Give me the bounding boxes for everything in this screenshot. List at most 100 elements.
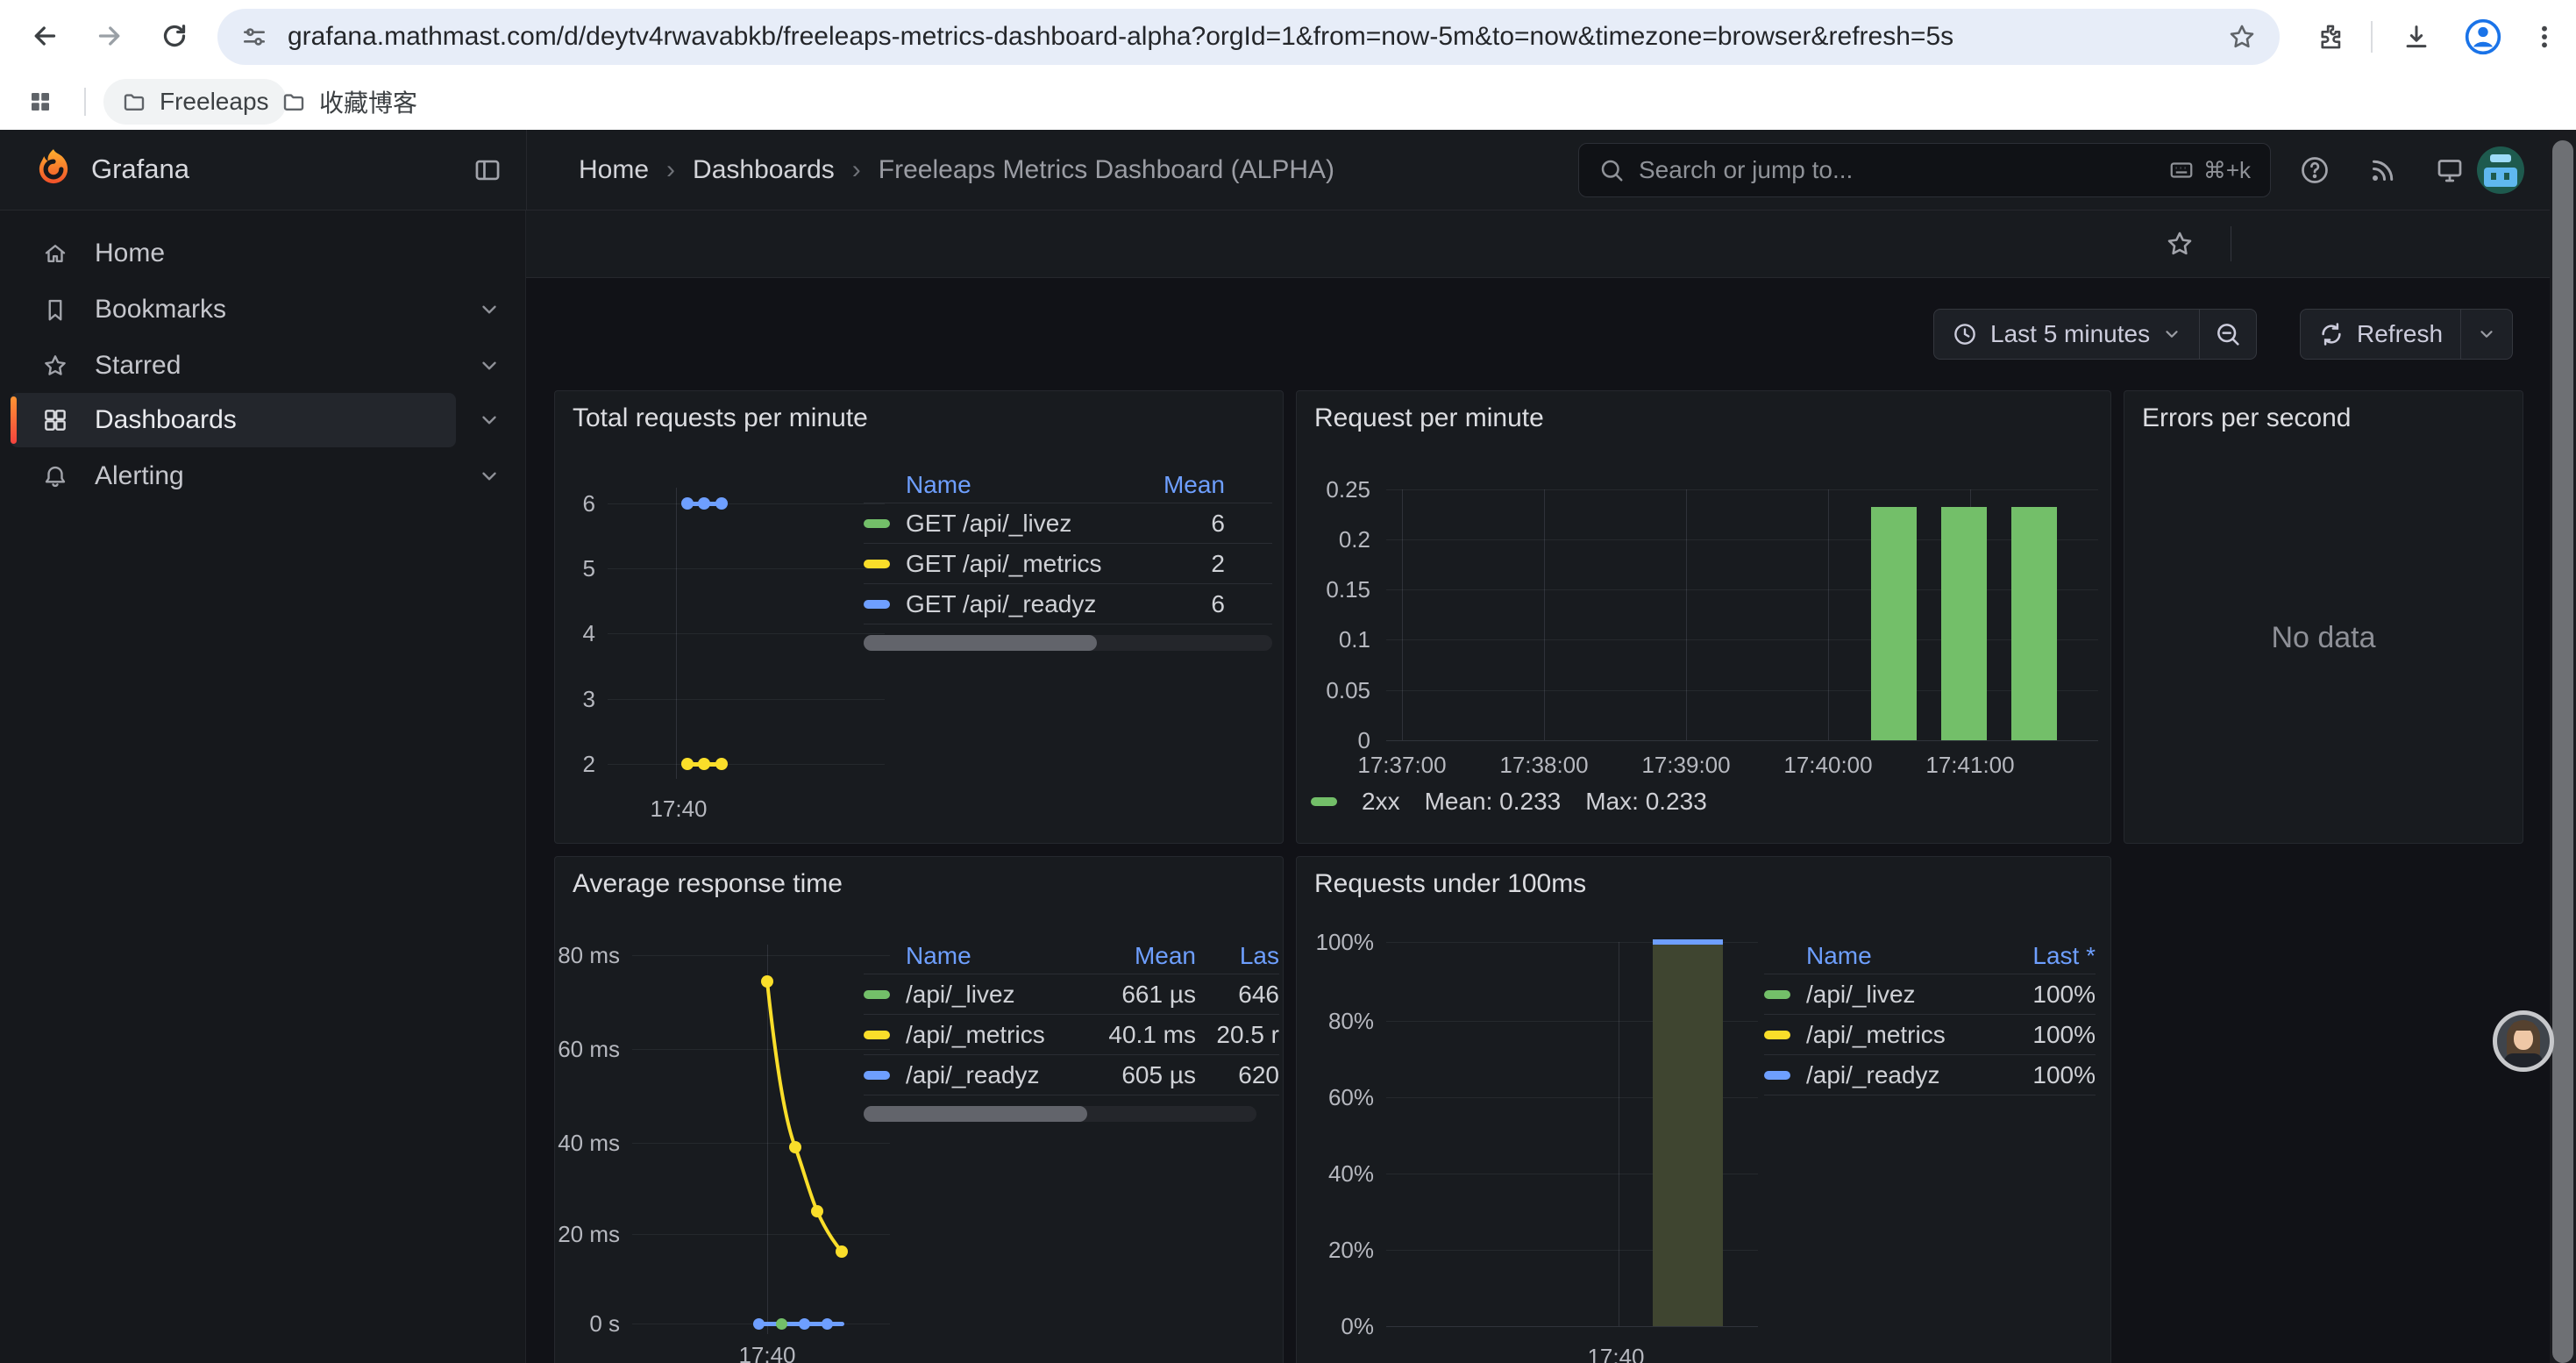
legend-row[interactable]: GET /api/_metrics 2	[864, 544, 1272, 584]
browser-toolbar: grafana.mathmast.com/d/deytv4rwavabkb/fr…	[0, 0, 2576, 74]
chevron-down-icon[interactable]	[478, 354, 501, 377]
refresh-button[interactable]: Refresh	[2301, 310, 2460, 359]
bookmark-star-icon[interactable]	[2227, 22, 2257, 52]
reload-button[interactable]	[146, 7, 203, 65]
browser-menu-button[interactable]	[2518, 11, 2571, 63]
panel-requests-under-100ms[interactable]: Requests under 100ms 100% 80% 60% 40% 20…	[1296, 856, 2111, 1363]
sidebar-item-starred[interactable]: Starred	[11, 339, 456, 393]
series-name[interactable]: /api/_livez	[1806, 981, 1982, 1009]
dock-menu-button[interactable]	[463, 146, 512, 195]
legend-header-name[interactable]: Name	[864, 471, 1111, 499]
series-name[interactable]: GET /api/_readyz	[906, 590, 1111, 618]
grafana-logo[interactable]	[32, 147, 75, 191]
legend-header-mean[interactable]: Mean	[1111, 471, 1225, 499]
legend-header-name[interactable]: Name	[1764, 942, 1982, 970]
series-name[interactable]: /api/_metrics	[1806, 1021, 1982, 1049]
time-controls-group: Last 5 minutes	[1933, 309, 2257, 360]
refresh-interval-button[interactable]	[2461, 310, 2512, 359]
series-name[interactable]: /api/_readyz	[906, 1061, 1082, 1089]
page-scrollbar-thumb[interactable]	[2552, 140, 2573, 1363]
favorite-dashboard-button[interactable]	[2159, 223, 2201, 265]
panel-title: Requests under 100ms	[1314, 869, 1586, 899]
gridline	[1386, 740, 2098, 741]
back-button[interactable]	[16, 7, 74, 65]
bookmark-label: 收藏博客	[319, 84, 417, 119]
legend-hscrollbar[interactable]	[864, 635, 1272, 651]
active-indicator	[11, 396, 17, 444]
y-tick: 0.1	[1300, 625, 1370, 653]
downloads-button[interactable]	[2390, 11, 2443, 63]
legend-header-last[interactable]: Last *	[1982, 942, 2096, 970]
bookmark-icon	[42, 296, 68, 323]
bookmark-folder-blogs[interactable]: 收藏博客	[263, 79, 435, 125]
series-mean: 605 µs	[1082, 1061, 1196, 1089]
panel-title: Request per minute	[1314, 403, 1544, 433]
legend-header-name[interactable]: Name	[864, 942, 1082, 970]
scroll-thumb[interactable]	[864, 635, 1097, 651]
series-swatch	[864, 990, 890, 999]
chevron-down-icon[interactable]	[478, 465, 501, 488]
news-button[interactable]	[2359, 146, 2408, 195]
help-button[interactable]	[2290, 146, 2339, 195]
forward-icon	[94, 20, 125, 52]
y-tick: 20%	[1299, 1236, 1374, 1264]
panel-errors-per-second[interactable]: Errors per second No data	[2124, 390, 2523, 844]
y-tick: 80%	[1299, 1007, 1374, 1035]
breadcrumb-dashboards[interactable]: Dashboards	[693, 155, 835, 185]
legend-row[interactable]: GET /api/_livez 6	[864, 503, 1272, 544]
series-name[interactable]: GET /api/_livez	[906, 510, 1111, 538]
refresh-controls-group: Refresh	[2300, 309, 2513, 360]
chevron-down-icon[interactable]	[478, 298, 501, 321]
panel-total-requests-per-minute[interactable]: Total requests per minute 6 5 4 3 2 17:4…	[554, 390, 1284, 844]
series-swatch	[864, 600, 890, 609]
gridline	[1386, 1326, 1758, 1327]
series-name[interactable]: /api/_livez	[906, 981, 1082, 1009]
legend-row[interactable]: /api/_metrics 40.1 ms 20.5 r	[864, 1015, 1279, 1055]
y-tick: 4	[560, 619, 595, 647]
legend-row[interactable]: /api/_livez 100%	[1764, 974, 2096, 1015]
panel-request-per-minute[interactable]: Request per minute 0.25 0.2 0.15 0.1 0.0…	[1296, 390, 2111, 844]
zoom-out-time-button[interactable]	[2200, 310, 2256, 359]
user-avatar[interactable]	[2477, 146, 2524, 194]
series-name[interactable]: /api/_readyz	[1806, 1061, 1982, 1089]
time-range-picker[interactable]: Last 5 minutes	[1934, 310, 2199, 359]
chevron-down-icon	[2477, 325, 2496, 344]
bar-2xx	[1871, 507, 1917, 740]
search-input[interactable]: Search or jump to... ⌘+k	[1578, 143, 2271, 197]
legend-row[interactable]: /api/_metrics 100%	[1764, 1015, 2096, 1055]
profile-button[interactable]	[2457, 11, 2509, 63]
address-bar[interactable]: grafana.mathmast.com/d/deytv4rwavabkb/fr…	[217, 9, 2280, 65]
sidebar-item-bookmarks[interactable]: Bookmarks	[11, 282, 456, 337]
legend-row[interactable]: GET /api/_readyz 6	[864, 584, 1272, 624]
panel-average-response-time[interactable]: Average response time 80 ms 60 ms 40 ms …	[554, 856, 1284, 1363]
breadcrumb-home[interactable]: Home	[579, 155, 649, 185]
gridline	[608, 503, 885, 504]
series-name[interactable]: /api/_metrics	[906, 1021, 1082, 1049]
sidebar-item-dashboards[interactable]: Dashboards	[11, 393, 456, 447]
legend-header-last[interactable]: Las	[1196, 942, 1279, 970]
legend-row[interactable]: /api/_readyz 605 µs 620	[864, 1055, 1279, 1095]
kiosk-mode-button[interactable]	[2425, 146, 2474, 195]
data-point	[753, 1318, 765, 1330]
chevron-right-icon: ›	[666, 155, 675, 185]
extensions-button[interactable]	[2304, 11, 2357, 63]
legend-row[interactable]: /api/_readyz 100%	[1764, 1055, 2096, 1095]
sidebar-item-alerting[interactable]: Alerting	[11, 449, 456, 503]
legend-row[interactable]: /api/_livez 661 µs 646	[864, 974, 1279, 1015]
legend[interactable]: 2xx Mean: 0.233 Max: 0.233	[1311, 788, 1707, 816]
legend-hscrollbar[interactable]	[864, 1106, 1256, 1122]
forward-button[interactable]	[81, 7, 139, 65]
series-name[interactable]: GET /api/_metrics	[906, 550, 1111, 578]
gridline	[1828, 489, 1829, 740]
floating-assistant-avatar[interactable]	[2493, 1010, 2554, 1072]
scroll-thumb[interactable]	[864, 1106, 1087, 1122]
site-settings-icon[interactable]	[240, 23, 268, 51]
series-name[interactable]: 2xx	[1362, 788, 1400, 816]
url-text[interactable]: grafana.mathmast.com/d/deytv4rwavabkb/fr…	[288, 22, 2208, 52]
sidebar-item-home[interactable]: Home	[11, 226, 456, 281]
chevron-down-icon[interactable]	[478, 409, 501, 432]
legend-header-mean[interactable]: Mean	[1082, 942, 1196, 970]
y-tick: 5	[560, 554, 595, 582]
bookmark-folder-freeleaps[interactable]: Freeleaps	[103, 79, 287, 125]
apps-button[interactable]	[14, 75, 67, 128]
